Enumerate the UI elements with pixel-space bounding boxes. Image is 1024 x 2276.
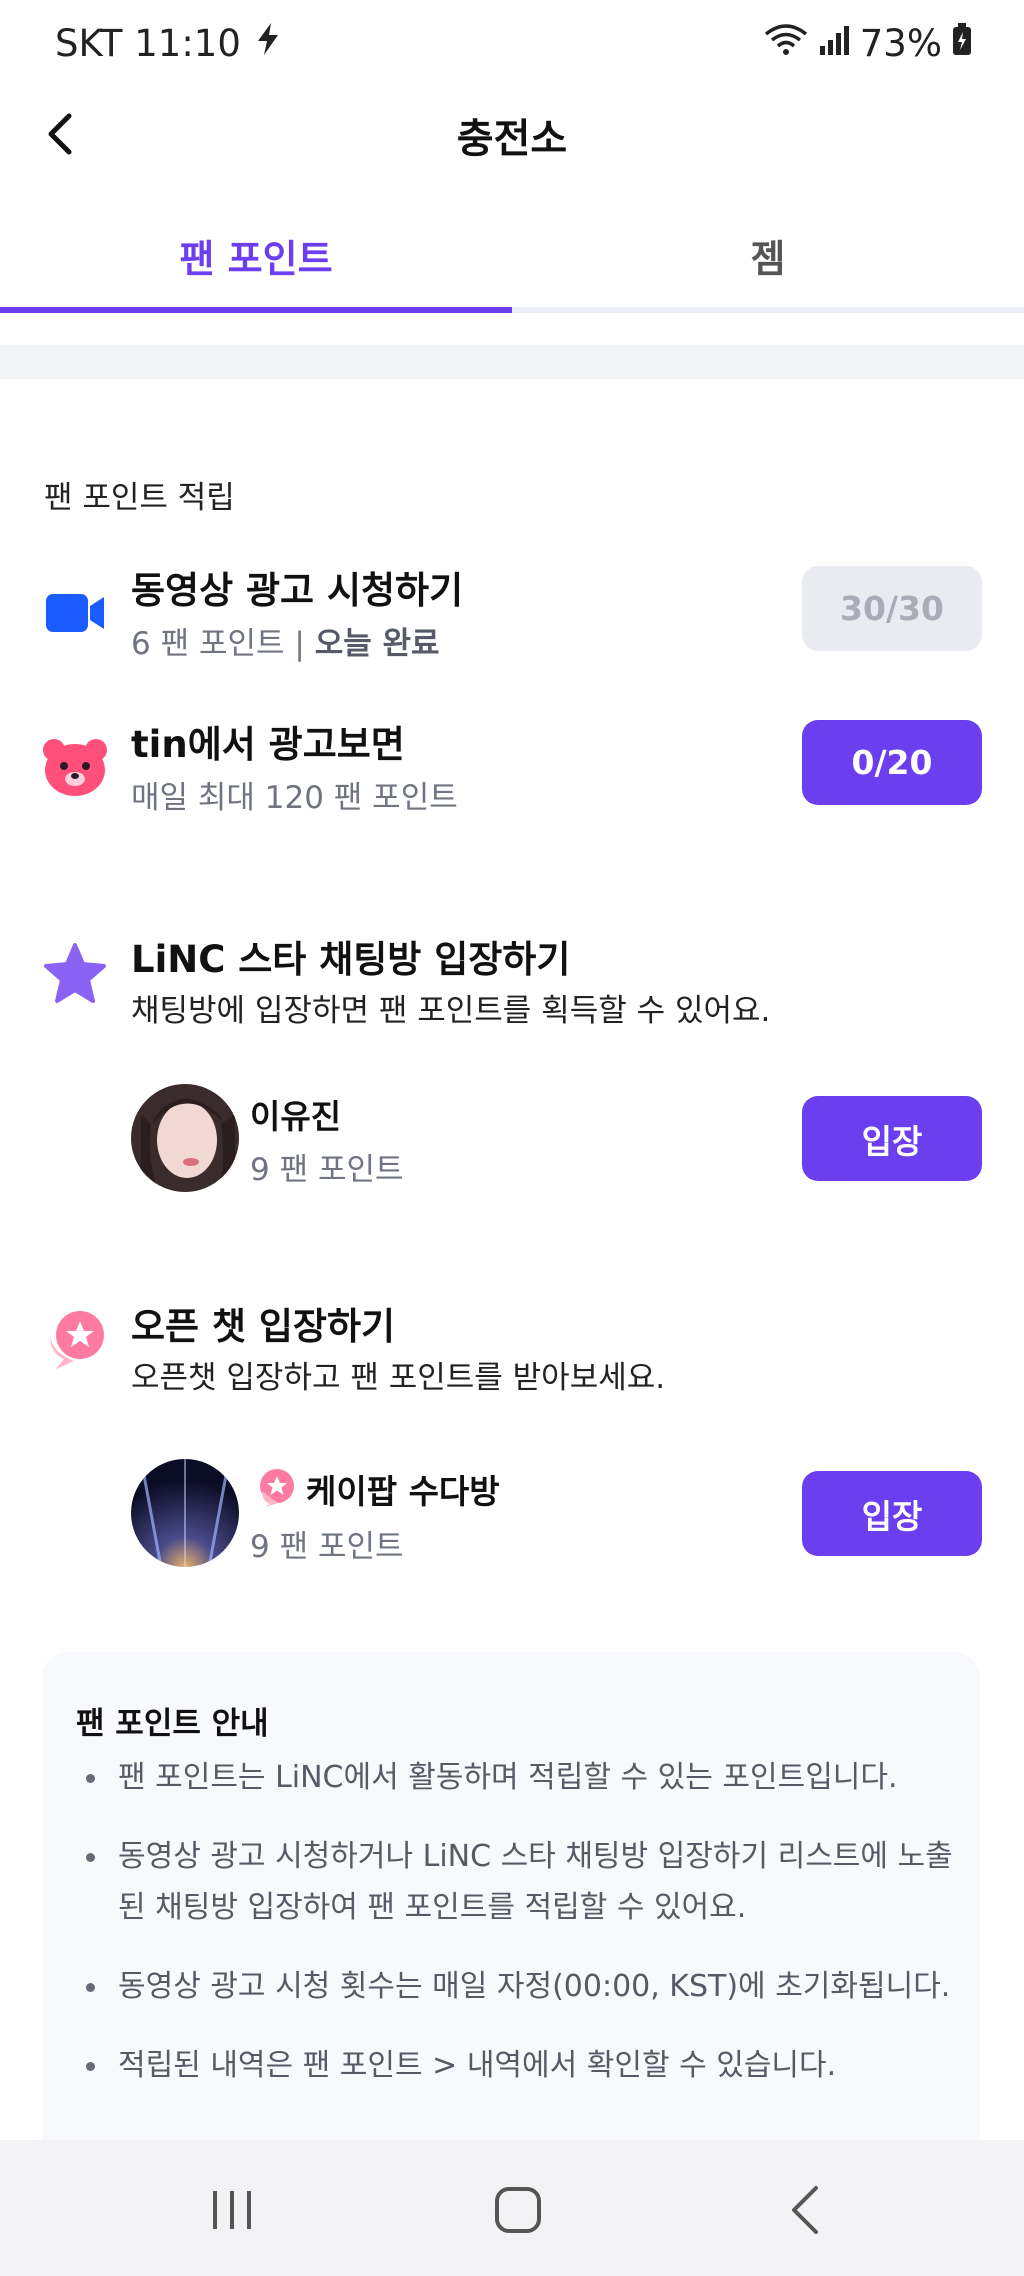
open-chat-room-points: 9 팬 포인트 — [250, 1529, 404, 1565]
video-ad-points: 6 팬 포인트 — [131, 626, 285, 662]
status-bar: SKT 11:10 73% — [0, 0, 1024, 92]
video-ad-row: 동영상 광고 시청하기 6 팬 포인트 | 오늘 완료 30/30 — [0, 560, 1024, 670]
star-icon — [42, 940, 108, 1006]
section-divider — [0, 345, 1024, 379]
video-ad-subtitle: 6 팬 포인트 | 오늘 완료 — [131, 618, 440, 663]
info-item: 팬 포인트는 LiNC에서 활동하며 적립할 수 있는 포인트입니다. — [76, 1752, 956, 1803]
tin-ad-subtitle: 매일 최대 120 팬 포인트 — [131, 780, 458, 816]
battery-icon — [952, 22, 972, 65]
tab-fan-points[interactable]: 팬 포인트 — [0, 205, 512, 305]
tin-ad-row: tin에서 광고보면 매일 최대 120 팬 포인트 0/20 — [0, 714, 1024, 824]
back-icon[interactable] — [766, 2170, 846, 2250]
chat-bubble-star-icon — [256, 1467, 296, 1511]
recent-apps-icon[interactable] — [192, 2170, 272, 2250]
bear-icon — [42, 734, 108, 800]
open-chat-title: 오픈 챗 입장하기 — [131, 1305, 396, 1348]
page-title: 충전소 — [456, 116, 568, 162]
tin-ad-title: tin에서 광고보면 — [131, 723, 405, 766]
info-item: 동영상 광고 시청하거나 LiNC 스타 채팅방 입장하기 리스트에 노출된 채… — [76, 1831, 956, 1933]
tab-gems[interactable]: 젬 — [512, 205, 1024, 305]
carrier-time: SKT 11:10 — [55, 22, 241, 65]
open-chat-description: 오픈챗 입장하고 팬 포인트를 받아보세요. — [131, 1360, 666, 1396]
tab-underline-active — [0, 307, 512, 313]
header: 충전소 — [0, 92, 1024, 182]
open-chat-room-name: 케이팝 수다방 — [306, 1472, 500, 1511]
video-ad-separator: | — [294, 626, 305, 662]
section-label: 팬 포인트 적립 — [44, 480, 235, 516]
tin-ad-count-button[interactable]: 0/20 — [802, 720, 982, 805]
info-title: 팬 포인트 안내 — [76, 1706, 269, 1742]
charging-bolt-icon — [255, 22, 281, 65]
open-chat-room-row: 케이팝 수다방 9 팬 포인트 입장 — [0, 1455, 1024, 1575]
status-right: 73% — [764, 22, 972, 65]
star-chat-title: LiNC 스타 채팅방 입장하기 — [131, 938, 571, 981]
video-camera-icon — [42, 580, 108, 646]
wifi-icon — [764, 22, 808, 65]
star-chat-room-points: 9 팬 포인트 — [250, 1152, 404, 1188]
video-ad-count-button[interactable]: 30/30 — [802, 566, 982, 651]
star-chat-description: 채팅방에 입장하면 팬 포인트를 획득할 수 있어요. — [131, 993, 771, 1029]
star-chat-room-name: 이유진 — [250, 1097, 342, 1136]
home-icon[interactable] — [478, 2170, 558, 2250]
video-ad-title: 동영상 광고 시청하기 — [131, 569, 464, 612]
chat-room-thumbnail — [131, 1459, 239, 1567]
battery-percent: 73% — [859, 22, 942, 65]
star-chat-enter-button[interactable]: 입장 — [802, 1096, 982, 1181]
star-chat-room-row: 이유진 9 팬 포인트 입장 — [0, 1080, 1024, 1200]
signal-icon — [818, 22, 850, 65]
system-nav-bar — [0, 2140, 1024, 2276]
avatar — [131, 1084, 239, 1192]
star-chat-header: LiNC 스타 채팅방 입장하기 채팅방에 입장하면 팬 포인트를 획득할 수 … — [0, 925, 1024, 1035]
open-chat-enter-button[interactable]: 입장 — [802, 1471, 982, 1556]
status-left: SKT 11:10 — [55, 22, 281, 65]
video-ad-status: 오늘 완료 — [314, 626, 440, 662]
open-chat-header: 오픈 챗 입장하기 오픈챗 입장하고 팬 포인트를 받아보세요. — [0, 1292, 1024, 1402]
info-list: 팬 포인트는 LiNC에서 활동하며 적립할 수 있는 포인트입니다. 동영상 … — [76, 1752, 956, 2119]
tab-bar: 팬 포인트 젬 — [0, 205, 1024, 315]
info-item: 적립된 내역은 팬 포인트 > 내역에서 확인할 수 있습니다. — [76, 2040, 956, 2091]
chat-bubble-star-icon — [42, 1307, 108, 1373]
info-item: 동영상 광고 시청 횟수는 매일 자정(00:00, KST)에 초기화됩니다. — [76, 1961, 956, 2012]
